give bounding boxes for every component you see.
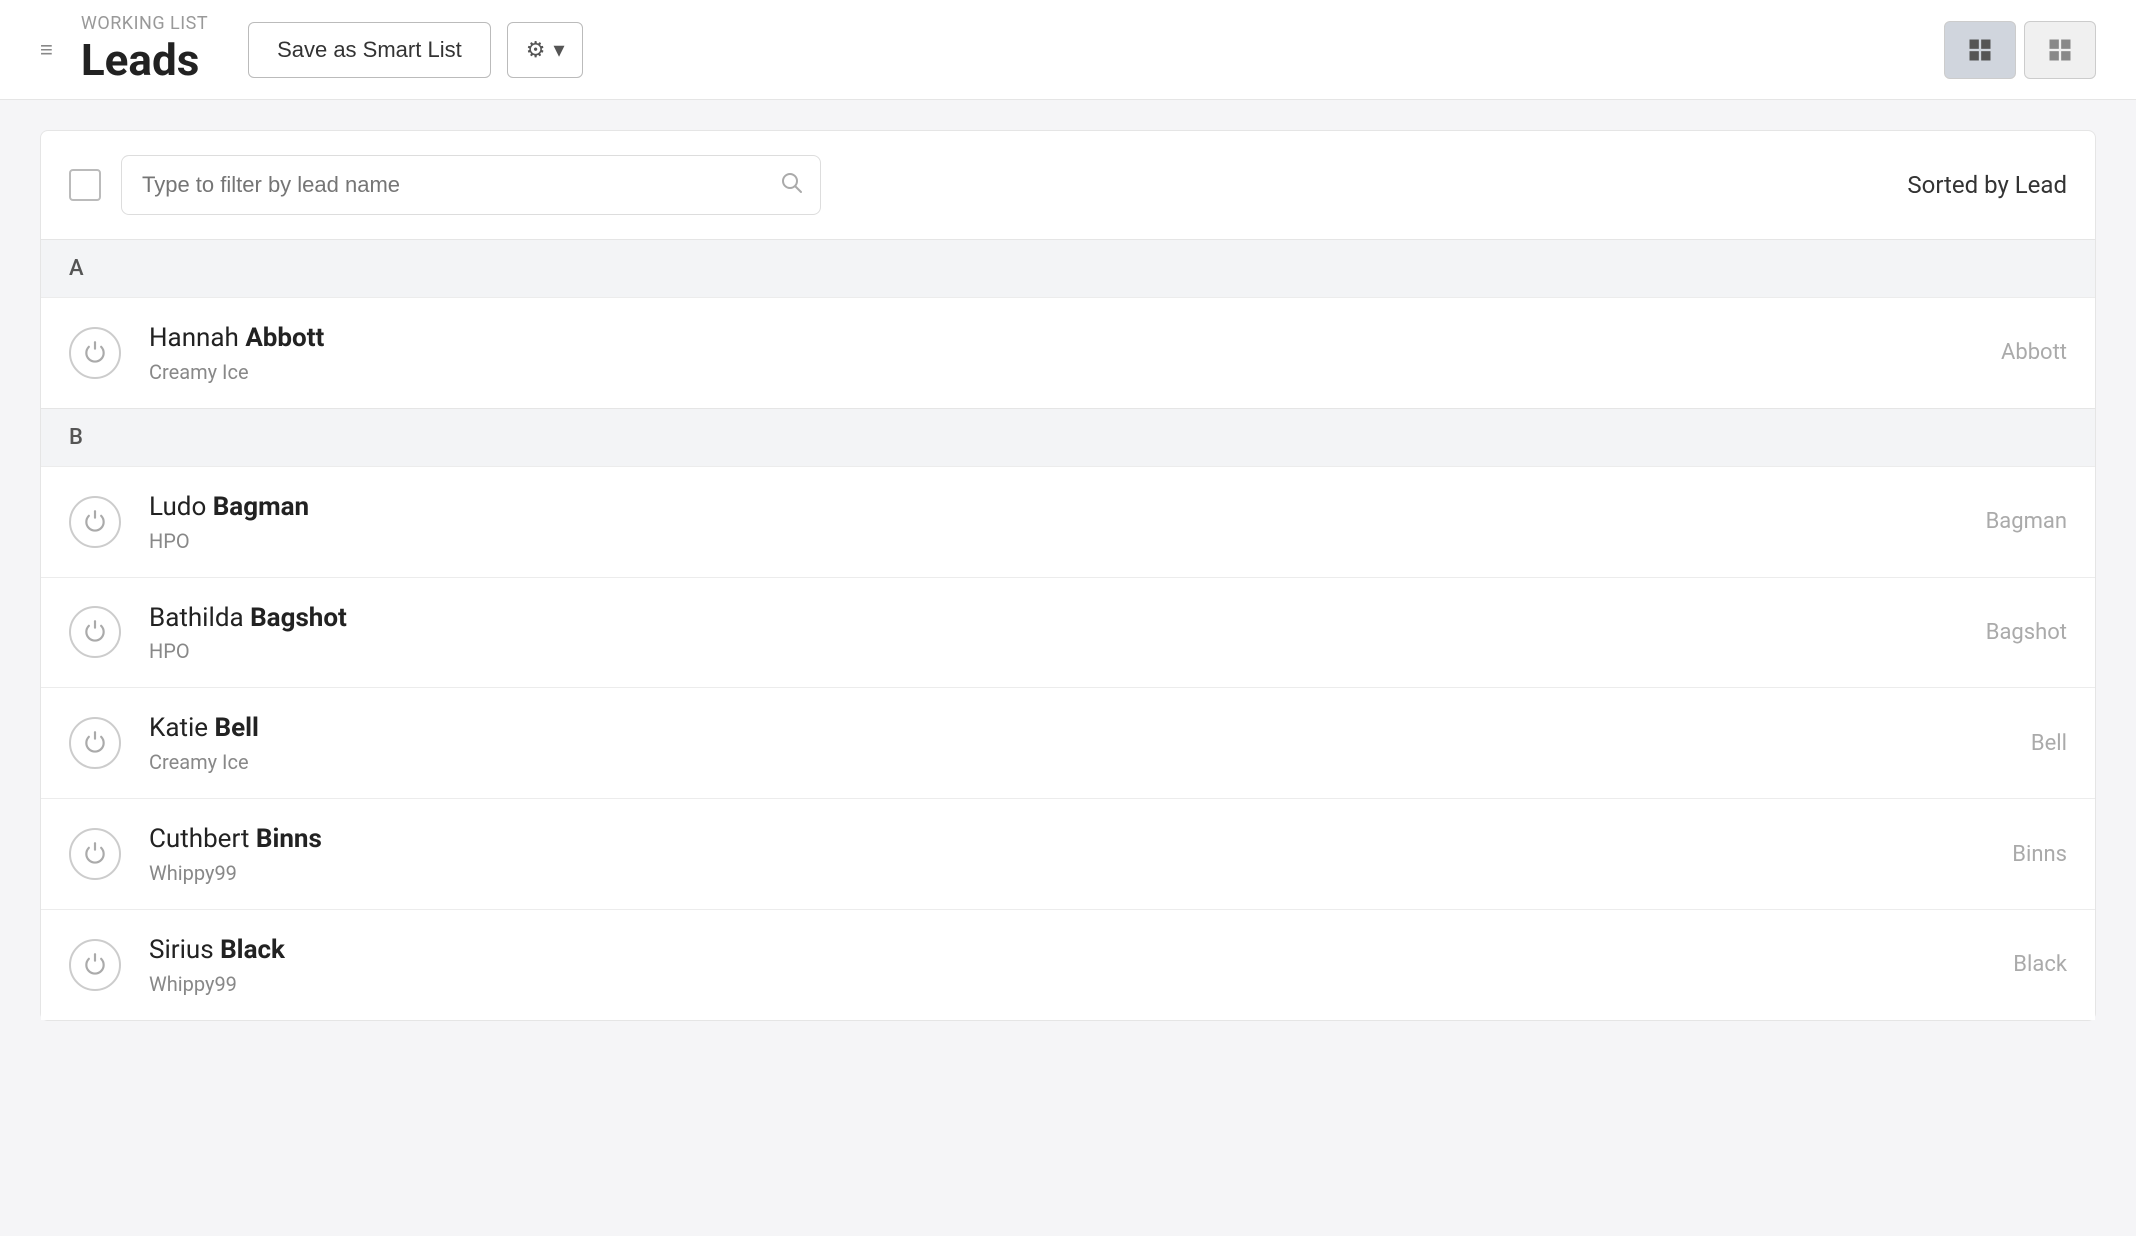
lead-info: Cuthbert Binns Whippy99 bbox=[149, 823, 1992, 885]
lead-sort-label: Bagman bbox=[1966, 509, 2067, 534]
view-toggle-group bbox=[1944, 21, 2096, 79]
power-icon bbox=[69, 939, 121, 991]
power-icon bbox=[69, 717, 121, 769]
lead-company: HPO bbox=[149, 639, 1966, 663]
list-item[interactable]: Bathilda BagshotHPOBagshot bbox=[41, 577, 2095, 688]
lead-info: Ludo Bagman HPO bbox=[149, 491, 1966, 553]
title-block: WORKING LIST Leads bbox=[81, 13, 208, 85]
filter-bar: Sorted by Lead bbox=[40, 130, 2096, 239]
sorted-by-label: Sorted by Lead bbox=[1907, 171, 2067, 199]
lead-info: Bathilda Bagshot HPO bbox=[149, 602, 1966, 664]
list-item[interactable]: Ludo BagmanHPOBagman bbox=[41, 466, 2095, 577]
power-icon bbox=[69, 496, 121, 548]
search-input[interactable] bbox=[121, 155, 821, 215]
lead-last-name: Bagshot bbox=[250, 603, 347, 633]
list-item[interactable]: Hannah AbbottCreamy IceAbbott bbox=[41, 297, 2095, 408]
lead-info: Hannah Abbott Creamy Ice bbox=[149, 322, 1981, 384]
lead-sort-label: Abbott bbox=[1981, 340, 2067, 365]
lead-name: Hannah Abbott bbox=[149, 322, 1981, 356]
lead-sort-label: Black bbox=[1993, 952, 2067, 977]
lead-last-name: Bagman bbox=[213, 492, 309, 522]
list-item[interactable]: Sirius BlackWhippy99Black bbox=[41, 909, 2095, 1020]
power-icon bbox=[69, 828, 121, 880]
lead-name: Sirius Black bbox=[149, 934, 1993, 968]
lead-last-name: Abbott bbox=[245, 323, 324, 353]
hamburger-icon[interactable]: ≡ bbox=[40, 37, 53, 63]
lead-name: Cuthbert Binns bbox=[149, 823, 1992, 857]
main-content: Sorted by Lead A Hannah Abbott Creamy Ice… bbox=[0, 100, 2136, 1021]
chevron-down-icon: ▾ bbox=[553, 37, 564, 63]
lead-sort-label: Binns bbox=[1992, 842, 2067, 867]
lead-company: Creamy Ice bbox=[149, 360, 1981, 384]
lead-sort-label: Bell bbox=[2011, 731, 2067, 756]
list-item[interactable]: Katie BellCreamy IceBell bbox=[41, 687, 2095, 798]
lead-company: Creamy Ice bbox=[149, 750, 2011, 774]
lead-name: Ludo Bagman bbox=[149, 491, 1966, 525]
lead-info: Katie Bell Creamy Ice bbox=[149, 712, 2011, 774]
list-view-icon bbox=[1966, 36, 1994, 64]
group-header-A: A bbox=[41, 240, 2095, 297]
grid-view-icon bbox=[2046, 36, 2074, 64]
lead-name: Katie Bell bbox=[149, 712, 2011, 746]
grid-view-button[interactable] bbox=[2024, 21, 2096, 79]
select-all-checkbox[interactable] bbox=[69, 169, 101, 201]
search-icon bbox=[779, 170, 803, 200]
search-input-wrap bbox=[121, 155, 821, 215]
working-list-label: WORKING LIST bbox=[81, 13, 208, 35]
power-icon bbox=[69, 606, 121, 658]
list-view-button[interactable] bbox=[1944, 21, 2016, 79]
leads-list: A Hannah AbbottCreamy IceAbbottB Ludo Ba… bbox=[40, 239, 2096, 1021]
gear-settings-button[interactable]: ⚙ ▾ bbox=[507, 22, 584, 78]
lead-company: Whippy99 bbox=[149, 972, 1993, 996]
lead-name: Bathilda Bagshot bbox=[149, 602, 1966, 636]
gear-icon: ⚙ bbox=[526, 37, 546, 63]
power-icon bbox=[69, 327, 121, 379]
lead-last-name: Black bbox=[220, 935, 285, 965]
page-title: Leads bbox=[81, 35, 208, 86]
lead-info: Sirius Black Whippy99 bbox=[149, 934, 1993, 996]
lead-company: Whippy99 bbox=[149, 861, 1992, 885]
lead-last-name: Binns bbox=[256, 824, 322, 854]
app-header: ≡ WORKING LIST Leads Save as Smart List … bbox=[0, 0, 2136, 100]
list-item[interactable]: Cuthbert BinnsWhippy99Binns bbox=[41, 798, 2095, 909]
lead-sort-label: Bagshot bbox=[1966, 620, 2067, 645]
save-smart-list-button[interactable]: Save as Smart List bbox=[248, 22, 491, 78]
lead-last-name: Bell bbox=[215, 713, 259, 743]
group-header-B: B bbox=[41, 408, 2095, 466]
lead-company: HPO bbox=[149, 529, 1966, 553]
